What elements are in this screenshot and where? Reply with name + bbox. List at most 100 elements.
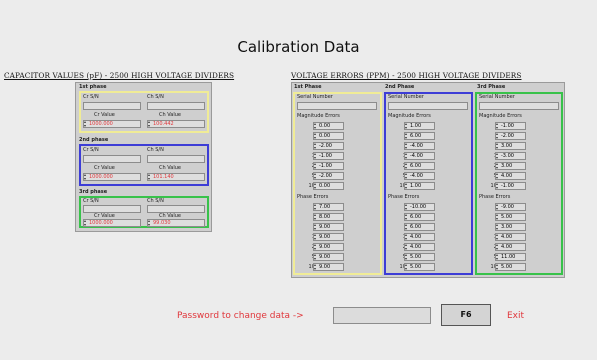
spinner-icon[interactable]: [314, 143, 317, 149]
ch-sn-field[interactable]: [147, 205, 205, 213]
phase-value-field[interactable]: 4.00: [495, 243, 526, 251]
spinner-icon[interactable]: [405, 123, 408, 129]
spinner-icon[interactable]: [496, 264, 499, 270]
ch-value-field[interactable]: 100.442: [147, 120, 205, 128]
phase-value-field[interactable]: 11.00: [495, 253, 526, 261]
phase-value-field[interactable]: 6.00: [404, 223, 435, 231]
cr-value-field[interactable]: 1000.000: [83, 120, 141, 128]
spinner-icon[interactable]: [148, 174, 151, 180]
serial-number-field[interactable]: [479, 102, 559, 110]
spinner-icon[interactable]: [314, 244, 317, 250]
magnitude-value-field[interactable]: 6.00: [404, 162, 435, 170]
spinner-icon[interactable]: [496, 214, 499, 220]
spinner-icon[interactable]: [314, 224, 317, 230]
spinner-icon[interactable]: [405, 234, 408, 240]
magnitude-value-field[interactable]: -3.00: [495, 152, 526, 160]
cr-sn-field[interactable]: [83, 155, 141, 163]
phase-value-field[interactable]: 5.00: [404, 263, 435, 271]
magnitude-value-field[interactable]: 0.00: [313, 182, 344, 190]
phase-value-field[interactable]: 9.00: [313, 253, 344, 261]
phase-value-field[interactable]: 9.00: [313, 233, 344, 241]
magnitude-value-field[interactable]: 6.00: [404, 132, 435, 140]
spinner-icon[interactable]: [405, 244, 408, 250]
spinner-icon[interactable]: [314, 133, 317, 139]
magnitude-value-field[interactable]: -1.00: [495, 122, 526, 130]
spinner-icon[interactable]: [405, 264, 408, 270]
magnitude-value-field[interactable]: -4.00: [404, 172, 435, 180]
serial-number-field[interactable]: [297, 102, 377, 110]
spinner-icon[interactable]: [84, 174, 87, 180]
serial-number-field[interactable]: [388, 102, 468, 110]
phase-value-field[interactable]: 6.00: [404, 213, 435, 221]
ch-sn-field[interactable]: [147, 102, 205, 110]
spinner-icon[interactable]: [405, 133, 408, 139]
spinner-icon[interactable]: [496, 173, 499, 179]
phase-value-field[interactable]: 7.00: [313, 203, 344, 211]
phase-value-field[interactable]: -9.00: [495, 203, 526, 211]
magnitude-value-field[interactable]: 0.00: [313, 132, 344, 140]
spinner-icon[interactable]: [314, 264, 317, 270]
spinner-icon[interactable]: [496, 234, 499, 240]
spinner-icon[interactable]: [496, 224, 499, 230]
cr-value-field[interactable]: 1000.000: [83, 219, 141, 227]
spinner-icon[interactable]: [405, 163, 408, 169]
password-input[interactable]: [333, 307, 431, 324]
ch-sn-field[interactable]: [147, 155, 205, 163]
magnitude-value-field[interactable]: 1.00: [404, 122, 435, 130]
phase-value-field[interactable]: 8.00: [313, 213, 344, 221]
spinner-icon[interactable]: [496, 123, 499, 129]
phase-value-field[interactable]: 5.00: [495, 213, 526, 221]
magnitude-value-field[interactable]: 3.00: [495, 142, 526, 150]
spinner-icon[interactable]: [148, 220, 151, 226]
magnitude-value-field[interactable]: 3.00: [495, 162, 526, 170]
cr-sn-field[interactable]: [83, 102, 141, 110]
magnitude-value-field[interactable]: -1.00: [495, 182, 526, 190]
spinner-icon[interactable]: [496, 204, 499, 210]
magnitude-value-field[interactable]: -2.00: [495, 132, 526, 140]
phase-value-field[interactable]: 5.00: [495, 263, 526, 271]
spinner-icon[interactable]: [314, 214, 317, 220]
spinner-icon[interactable]: [148, 121, 151, 127]
ch-value-field[interactable]: 101.140: [147, 173, 205, 181]
f6-button[interactable]: F6: [441, 304, 491, 326]
phase-value-field[interactable]: 9.00: [313, 263, 344, 271]
spinner-icon[interactable]: [405, 204, 408, 210]
ch-value-field[interactable]: 99.030: [147, 219, 205, 227]
spinner-icon[interactable]: [314, 153, 317, 159]
magnitude-value-field[interactable]: 4.00: [495, 172, 526, 180]
spinner-icon[interactable]: [314, 254, 317, 260]
magnitude-value-field[interactable]: -4.00: [404, 142, 435, 150]
spinner-icon[interactable]: [496, 254, 499, 260]
phase-value-field[interactable]: 4.00: [404, 233, 435, 241]
spinner-icon[interactable]: [314, 183, 317, 189]
spinner-icon[interactable]: [314, 173, 317, 179]
phase-value-field[interactable]: 5.00: [404, 253, 435, 261]
spinner-icon[interactable]: [84, 121, 87, 127]
spinner-icon[interactable]: [84, 220, 87, 226]
exit-link[interactable]: Exit: [507, 311, 524, 321]
spinner-icon[interactable]: [405, 153, 408, 159]
spinner-icon[interactable]: [496, 133, 499, 139]
spinner-icon[interactable]: [314, 234, 317, 240]
spinner-icon[interactable]: [314, 163, 317, 169]
spinner-icon[interactable]: [405, 183, 408, 189]
spinner-icon[interactable]: [405, 254, 408, 260]
phase-value-field[interactable]: 4.00: [495, 233, 526, 241]
spinner-icon[interactable]: [405, 173, 408, 179]
spinner-icon[interactable]: [314, 123, 317, 129]
magnitude-value-field[interactable]: -2.00: [313, 142, 344, 150]
magnitude-value-field[interactable]: -1.00: [313, 162, 344, 170]
cr-value-field[interactable]: 1000.000: [83, 173, 141, 181]
phase-value-field[interactable]: 4.00: [404, 243, 435, 251]
spinner-icon[interactable]: [496, 143, 499, 149]
spinner-icon[interactable]: [496, 244, 499, 250]
spinner-icon[interactable]: [496, 183, 499, 189]
phase-value-field[interactable]: 9.00: [313, 243, 344, 251]
phase-value-field[interactable]: 3.00: [495, 223, 526, 231]
magnitude-value-field[interactable]: 0.00: [313, 122, 344, 130]
phase-value-field[interactable]: -10.00: [404, 203, 435, 211]
spinner-icon[interactable]: [405, 143, 408, 149]
spinner-icon[interactable]: [496, 163, 499, 169]
magnitude-value-field[interactable]: -2.00: [313, 172, 344, 180]
magnitude-value-field[interactable]: 1.00: [404, 182, 435, 190]
